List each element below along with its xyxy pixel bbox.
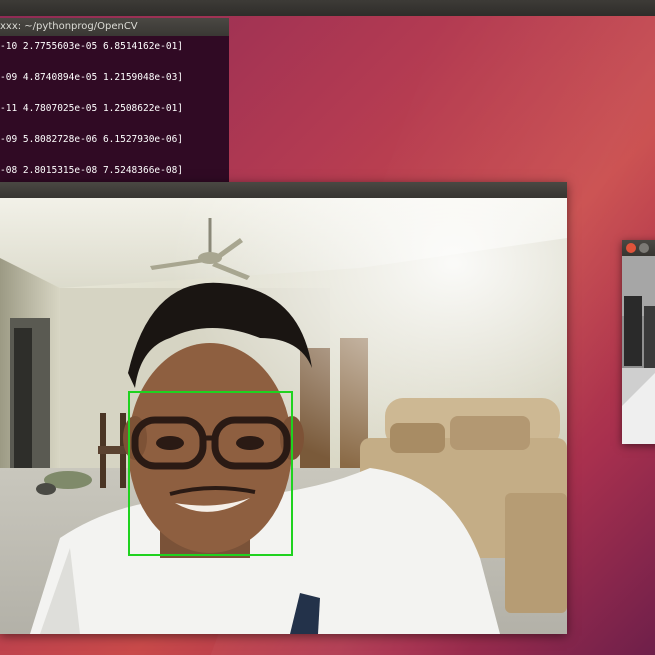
- terminal-title: xxx: ~/pythonprog/OpenCV: [0, 21, 138, 32]
- grayscale-view: [622, 256, 655, 444]
- top-panel: [0, 0, 655, 16]
- minimize-icon[interactable]: [639, 243, 649, 253]
- camera-view: [0, 198, 567, 634]
- terminal-line: -09 5.8082728e-06 6.1527930e-06]: [0, 134, 184, 145]
- terminal-titlebar[interactable]: xxx: ~/pythonprog/OpenCV: [0, 18, 229, 36]
- grayscale-titlebar[interactable]: [622, 240, 655, 256]
- camera-window[interactable]: [0, 182, 567, 634]
- grayscale-window[interactable]: [622, 240, 655, 444]
- close-icon[interactable]: [626, 243, 636, 253]
- terminal-output: -10 2.7755603e-05 6.8514162e-01] -09 4.8…: [0, 36, 229, 188]
- terminal-line: -09 4.8740894e-05 1.2159048e-03]: [0, 72, 184, 83]
- terminal-window[interactable]: xxx: ~/pythonprog/OpenCV -10 2.7755603e-…: [0, 18, 229, 188]
- camera-frame: [0, 198, 567, 634]
- terminal-line: -10 2.7755603e-05 6.8514162e-01]: [0, 41, 184, 52]
- camera-titlebar[interactable]: [0, 182, 567, 198]
- terminal-line: -11 4.7807025e-05 1.2508622e-01]: [0, 103, 184, 114]
- grayscale-frame: [622, 256, 655, 444]
